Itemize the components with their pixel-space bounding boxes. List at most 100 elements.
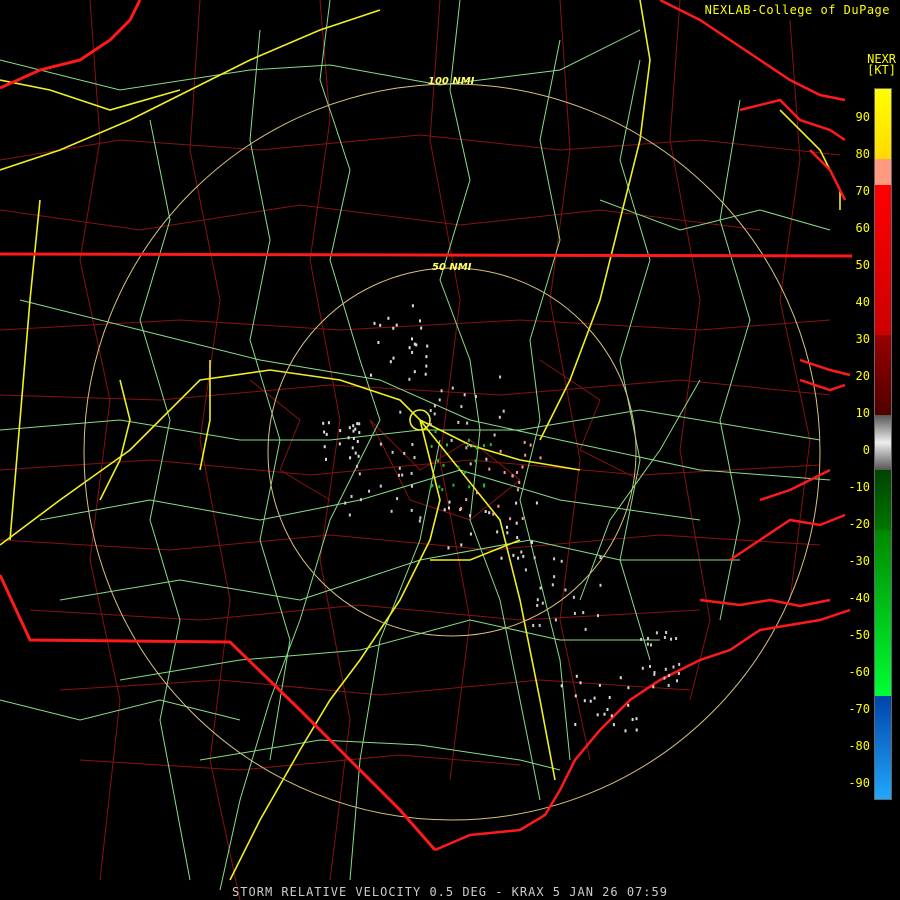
echo-pixel [667, 683, 670, 687]
echo-pixel [325, 457, 327, 461]
echo-pixel [356, 422, 359, 426]
echo-pixel [539, 586, 542, 590]
echo-pixel [573, 611, 576, 615]
echo-pixel [499, 449, 502, 453]
echo-pixel [323, 430, 326, 434]
echo-pixel [463, 393, 466, 397]
scale-tick: -50 [848, 628, 870, 642]
echo-pixel [377, 341, 380, 344]
echo-pixel [553, 575, 556, 579]
echo-pixel [392, 356, 395, 360]
echo-pixel [516, 488, 519, 492]
echo-pixel [411, 337, 413, 341]
echo-pixel [373, 321, 376, 325]
echo-pixel [521, 517, 524, 520]
echo-pixel [598, 683, 601, 687]
echo-pixel [413, 456, 416, 459]
echo-pixel [466, 421, 469, 425]
echo-pixel [387, 316, 390, 320]
echo-pixel [516, 536, 519, 540]
echo-pixel [357, 454, 360, 458]
echo-pixel [509, 517, 512, 521]
echo-pixel [399, 410, 402, 414]
echo-pixel [469, 462, 472, 466]
echo-pixel [446, 443, 448, 447]
velocity-color-scale [874, 88, 892, 800]
echo-pixel [631, 718, 634, 721]
echo-pixel [475, 395, 477, 399]
echo-pixel [352, 429, 355, 433]
scale-band-green [875, 530, 891, 696]
echo-pixel [606, 708, 609, 711]
echo-pixel [389, 360, 392, 364]
echo-pixel [391, 450, 394, 454]
echo-pixel [575, 674, 578, 678]
echo-pixel [451, 386, 454, 390]
echo-pixel [672, 665, 675, 669]
radar-map: 100 NMI 50 NMI [0, 0, 900, 900]
echo-pixel [529, 443, 532, 447]
echo-pixel [410, 508, 413, 512]
echo-pixel [668, 674, 671, 677]
echo-pixel [379, 442, 382, 446]
echo-pixel [434, 430, 437, 434]
echo-pixel [502, 409, 505, 413]
scale-tick: -20 [848, 517, 870, 531]
echo-pixel [512, 553, 515, 557]
echo-pixel [551, 583, 554, 587]
scale-tick: -60 [848, 665, 870, 679]
scale-band-blue [875, 696, 891, 799]
echo-pixel [497, 504, 500, 508]
echo-pixel [379, 484, 382, 488]
echo-pixel [650, 643, 652, 647]
echo-pixel [488, 511, 491, 515]
echo-pixel [460, 405, 463, 409]
scale-tick: 50 [855, 258, 870, 272]
echo-pixel [610, 714, 613, 718]
echo-pixel [433, 412, 436, 416]
ring-label-100: 100 NMI [428, 76, 475, 87]
scale-tick: 40 [855, 295, 870, 309]
echo-pixel [655, 631, 658, 635]
echo-pixel [379, 323, 382, 327]
scale-band-darkgreen [875, 470, 891, 530]
echo-pixel [572, 595, 575, 599]
echo-pixel [398, 473, 400, 477]
echo-pixel [488, 467, 491, 471]
echo-pixel [553, 557, 556, 561]
echo-pixel [413, 370, 416, 374]
echo-pixel [554, 618, 557, 622]
echo-pixel [395, 323, 398, 327]
echo-pixel [635, 717, 638, 721]
echo-pixel [349, 456, 352, 460]
scale-tick: 10 [855, 406, 870, 420]
echo-pixel [627, 686, 630, 690]
echo-pixel [467, 438, 470, 442]
echo-pixel [356, 440, 359, 443]
echo-pixel [469, 532, 472, 536]
ring-label-50: 50 NMI [432, 262, 472, 273]
echo-pixel [522, 554, 525, 558]
echo-pixel [560, 684, 563, 688]
echo-pixel [677, 672, 680, 675]
echo-pixel [469, 514, 472, 518]
echo-pixel [447, 546, 450, 550]
echo-pixel [608, 696, 611, 699]
echo-pixel [619, 676, 622, 680]
scale-band-peach [875, 159, 891, 185]
echo-pixel [496, 530, 499, 534]
echo-pixel [465, 498, 468, 502]
echo-pixel [410, 471, 413, 475]
echo-pixel [511, 474, 514, 478]
echo-pixel [347, 436, 350, 440]
echo-pixel [539, 456, 542, 460]
echo-pixel [524, 568, 527, 572]
echo-pixel [441, 488, 444, 492]
echo-pixel [354, 427, 357, 431]
echo-pixel [582, 611, 585, 615]
echo-pixel [593, 696, 596, 700]
scale-band-gray [875, 415, 891, 470]
echo-pixel [647, 637, 649, 640]
echo-pixel [652, 685, 655, 689]
echo-pixel [533, 556, 536, 560]
